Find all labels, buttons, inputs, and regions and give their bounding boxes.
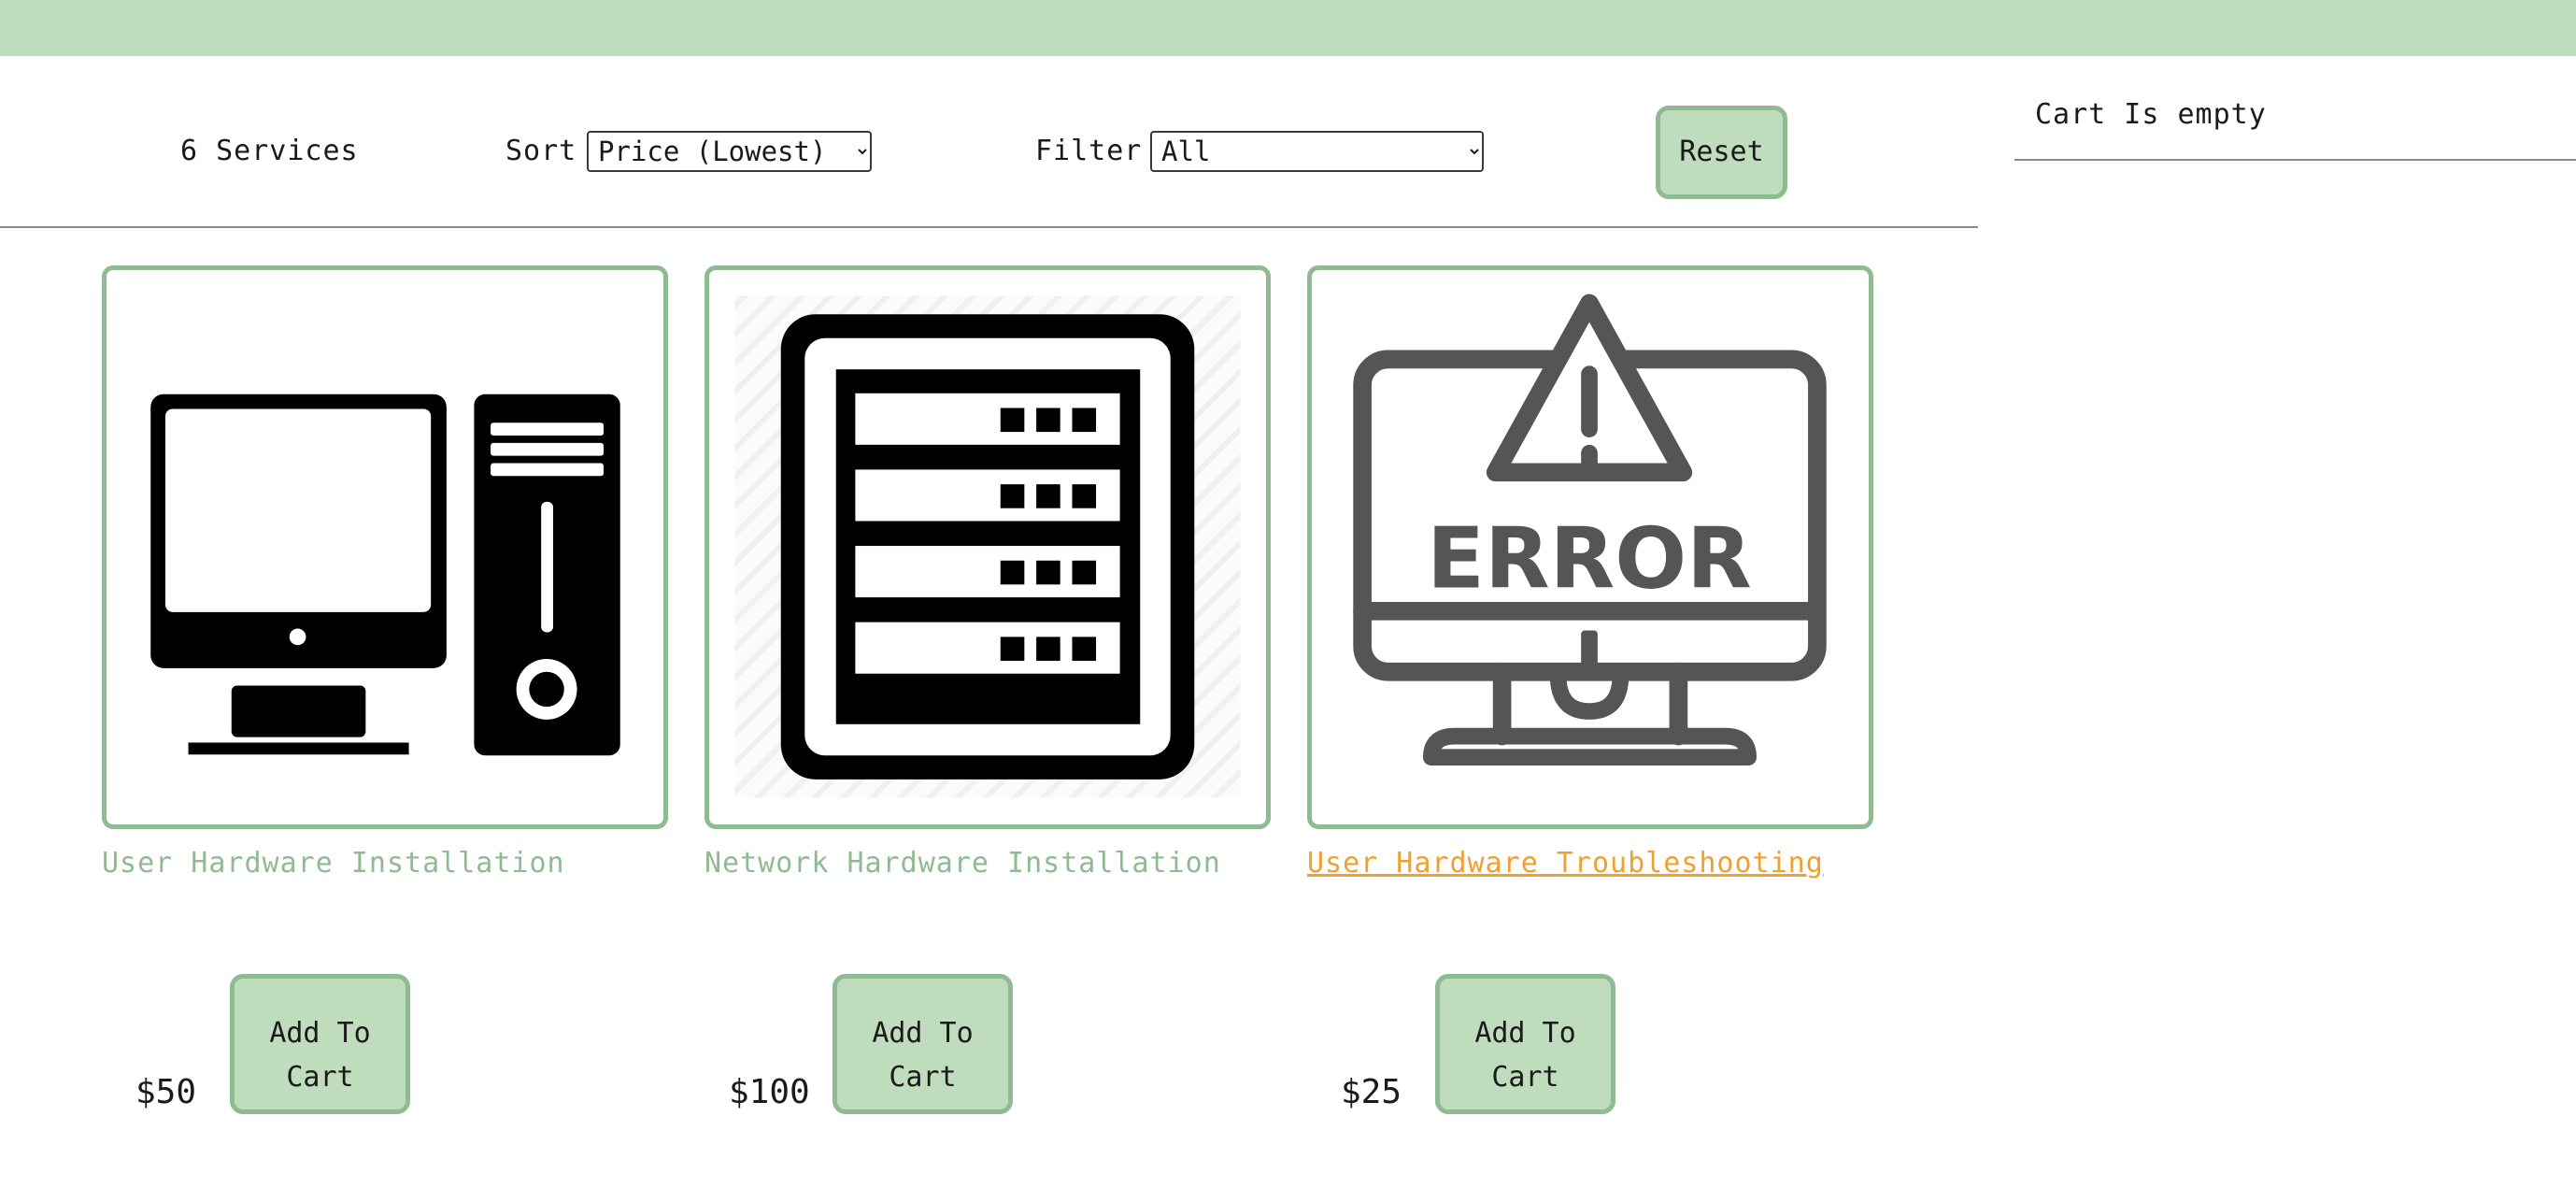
product-title[interactable]: User Hardware Troubleshooting bbox=[1307, 847, 1824, 880]
cart-panel: Cart Is empty bbox=[2014, 56, 2576, 161]
services-main: 6 Services Sort Price (Lowest) Filter Al… bbox=[0, 56, 1978, 1146]
top-bar bbox=[0, 0, 2576, 56]
error-label: ERROR bbox=[1427, 509, 1752, 608]
add-to-cart-button[interactable]: Add To Cart bbox=[1435, 974, 1615, 1114]
filter-bar: 6 Services Sort Price (Lowest) Filter Al… bbox=[0, 56, 1978, 228]
product-image[interactable]: ERROR bbox=[1307, 265, 1873, 829]
product-price: $25 bbox=[1341, 1073, 1402, 1111]
add-to-cart-button[interactable]: Add To Cart bbox=[230, 974, 410, 1114]
product-image[interactable] bbox=[102, 265, 668, 829]
product-card: ERROR User Hardware Troubleshooting $25 … bbox=[1307, 265, 1873, 1202]
product-image[interactable] bbox=[704, 265, 1271, 829]
product-title[interactable]: Network Hardware Installation bbox=[704, 847, 1221, 880]
filter-label: Filter bbox=[1035, 135, 1143, 167]
desktop-computer-icon bbox=[150, 394, 620, 756]
cart-status: Cart Is empty bbox=[2035, 98, 2267, 131]
monitor-error-icon: ERROR bbox=[1353, 293, 1827, 766]
filter-select[interactable]: All bbox=[1150, 131, 1484, 172]
sort-label: Sort bbox=[505, 135, 577, 167]
services-count: 6 Services bbox=[180, 135, 359, 167]
product-price: $50 bbox=[135, 1073, 197, 1111]
add-to-cart-button[interactable]: Add To Cart bbox=[833, 974, 1013, 1114]
product-card: Network Hardware Installation $100 Add T… bbox=[704, 265, 1271, 1202]
reset-button[interactable]: Reset bbox=[1656, 106, 1787, 199]
sort-select[interactable]: Price (Lowest) bbox=[587, 131, 872, 172]
server-rack-icon bbox=[734, 295, 1241, 798]
product-card: User Hardware Installation $50 Add To Ca… bbox=[102, 265, 668, 1202]
product-title[interactable]: User Hardware Installation bbox=[102, 847, 565, 880]
product-price: $100 bbox=[729, 1073, 810, 1111]
